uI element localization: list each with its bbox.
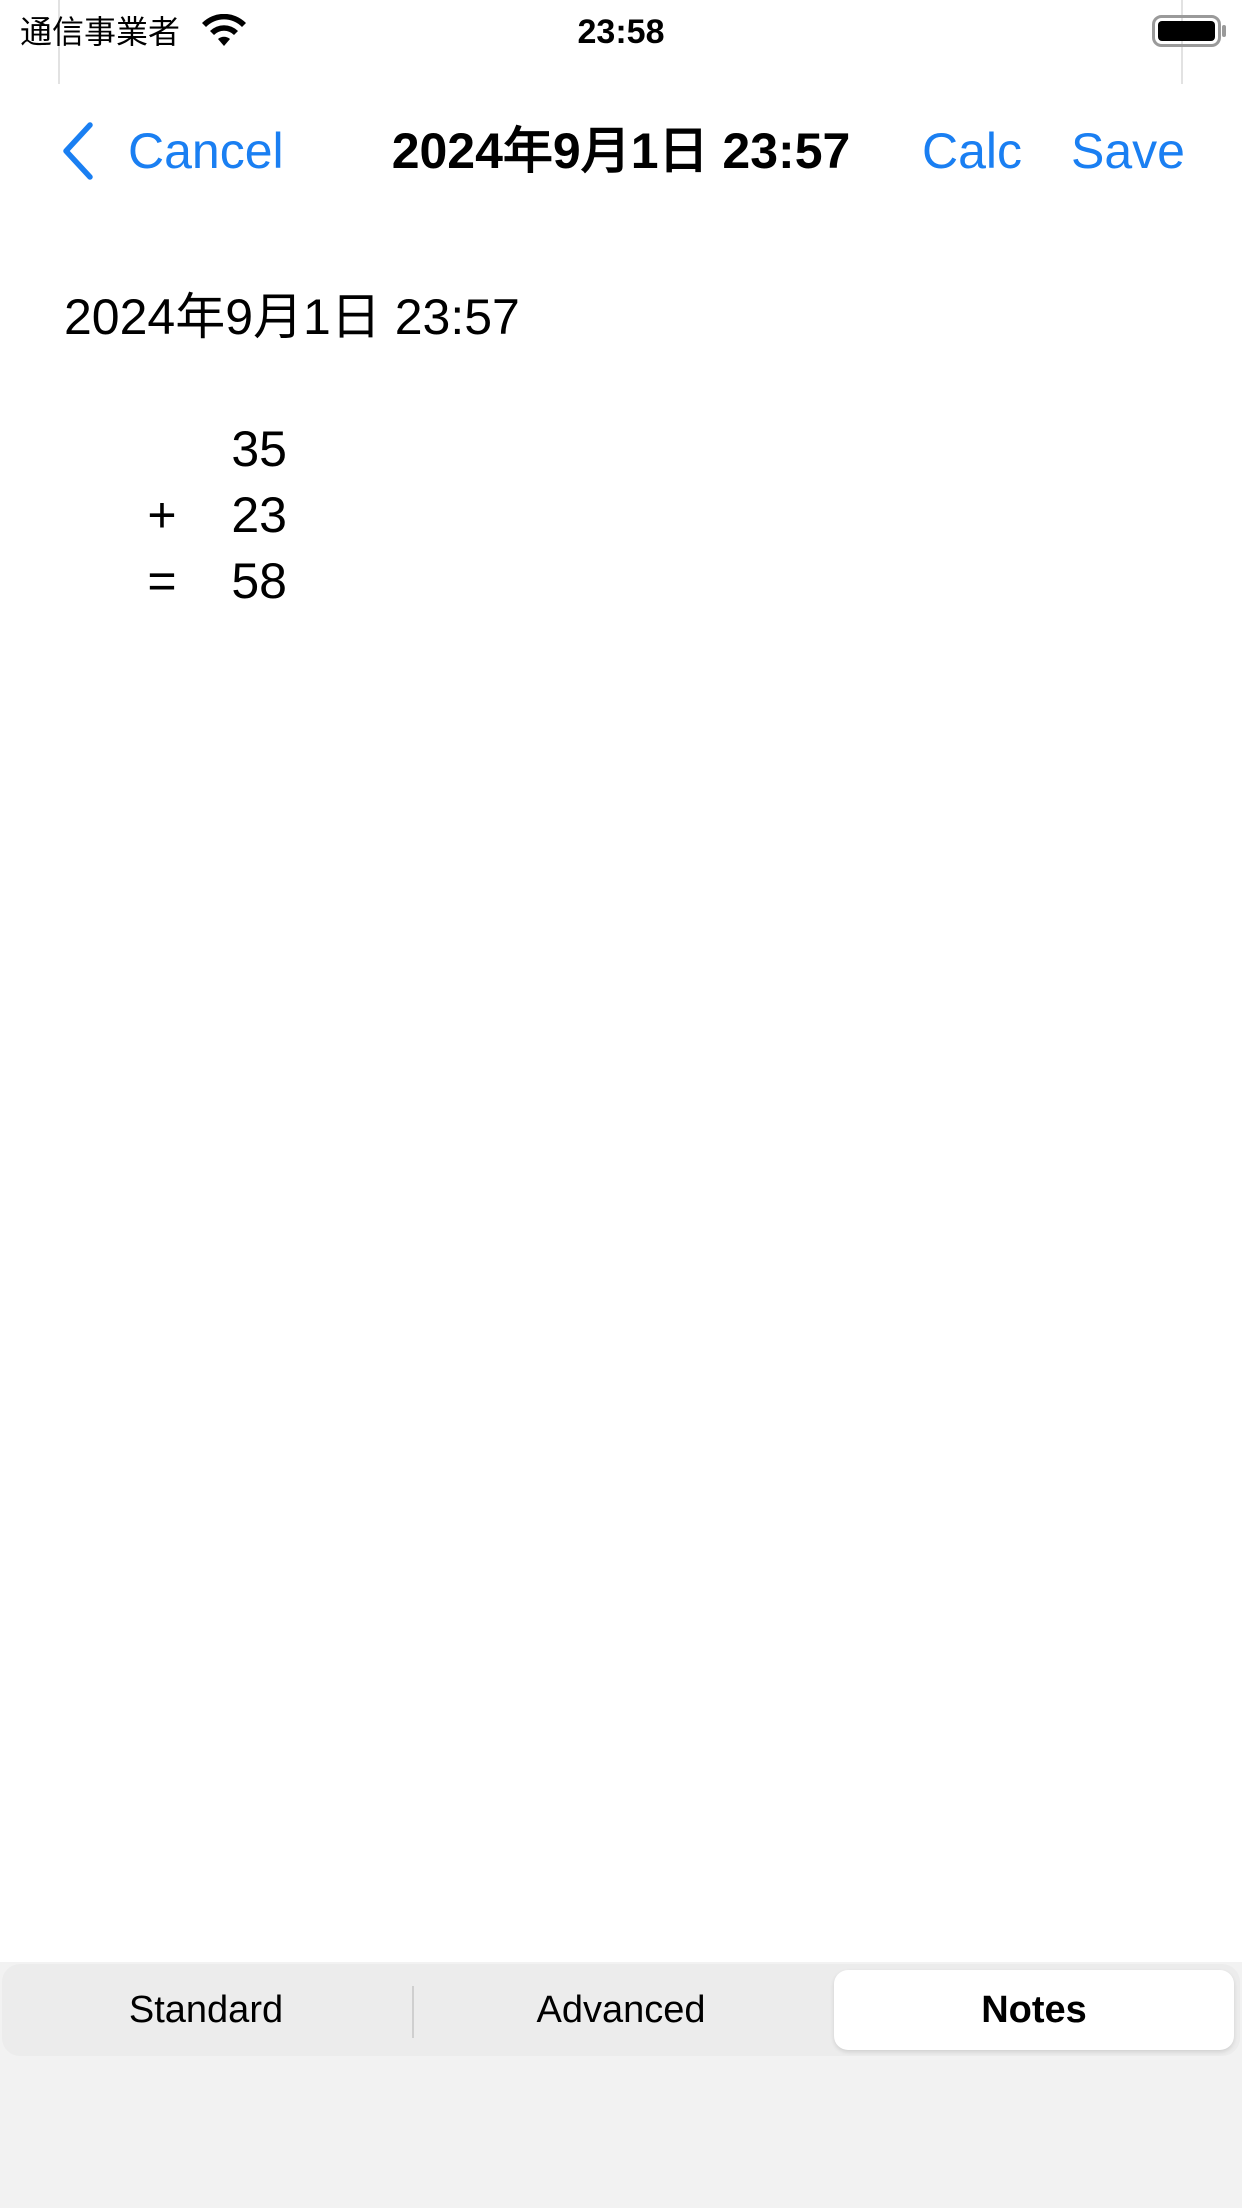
tab-standard[interactable]: Standard	[2, 1970, 410, 2050]
mode-segmented-control: Standard Advanced Notes	[2, 1964, 1240, 2056]
navigation-bar: Cancel 2024年9月1日 23:57 Calc Save	[0, 84, 1242, 216]
note-line: 35	[64, 350, 1184, 477]
note-operator: =	[147, 553, 177, 609]
note-value: 58	[231, 553, 287, 609]
chevron-left-icon	[63, 122, 93, 180]
screen: 通信事業者 23:58 Cancel 2024年9月1日 23:57 Calc …	[0, 0, 1242, 2208]
status-time: 23:58	[577, 13, 665, 51]
note-value: 23	[231, 487, 287, 543]
note-header: 2024年9月1日 23:57	[64, 289, 520, 345]
calc-button[interactable]: Calc	[922, 116, 1022, 186]
cancel-button[interactable]: Cancel	[58, 116, 284, 186]
tab-notes[interactable]: Notes	[834, 1970, 1234, 2050]
segment-divider	[412, 1986, 414, 2038]
tab-advanced[interactable]: Advanced	[416, 1970, 826, 2050]
note-value: 35	[231, 421, 287, 477]
status-bar: 通信事業者 23:58	[0, 0, 1242, 84]
note-operator: +	[147, 487, 177, 543]
cancel-label: Cancel	[128, 123, 284, 179]
note-text-area[interactable]: 2024年9月1日 23:57 35 +23 = 58	[64, 284, 1184, 1934]
page-title: 2024年9月1日 23:57	[391, 123, 851, 179]
save-button[interactable]: Save	[1071, 116, 1185, 186]
battery-icon	[1152, 15, 1226, 47]
